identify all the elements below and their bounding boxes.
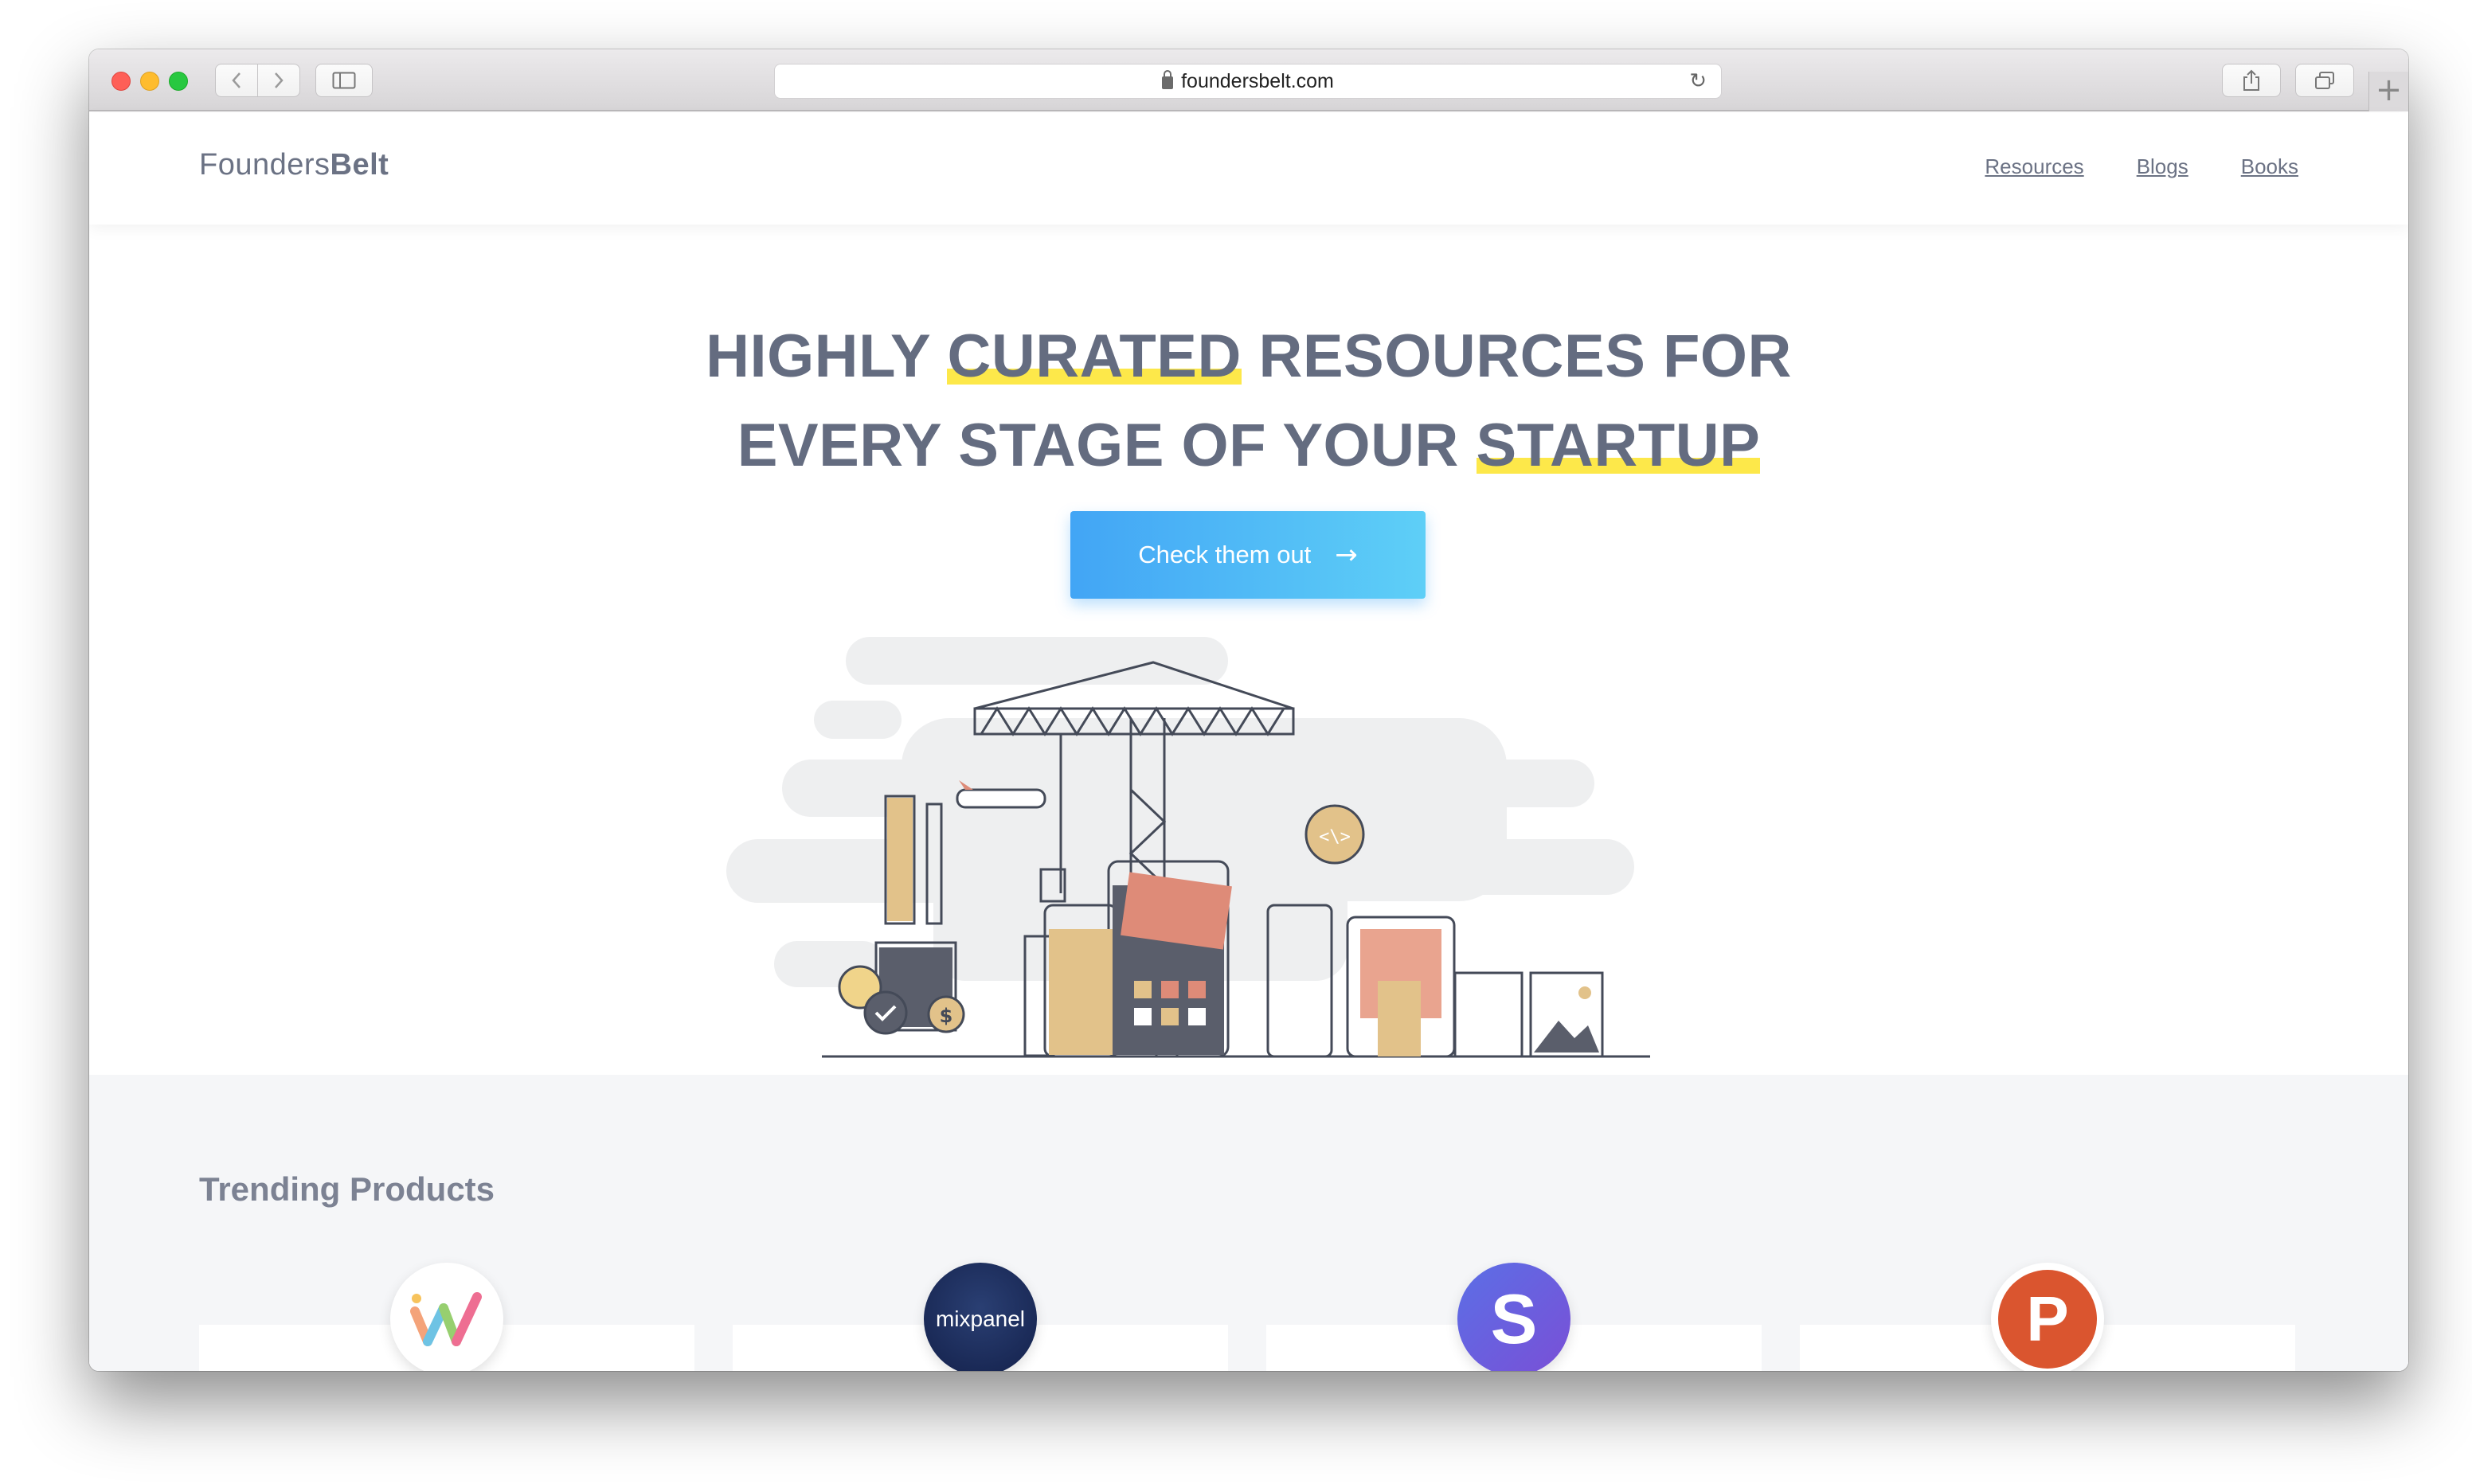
p-logo-text: P [2026,1283,2069,1354]
browser-toolbar: foundersbelt.com ↻ + [89,49,2408,111]
product-logo-s[interactable]: S [1457,1263,1570,1371]
s-logo-text: S [1490,1279,1538,1358]
sidebar-toggle-button[interactable] [315,64,373,97]
address-bar[interactable]: foundersbelt.com ↻ [774,64,1722,99]
nav-blogs[interactable]: Blogs [2137,154,2188,179]
section-title: Trending Products [199,1170,495,1208]
tab-overview-button[interactable] [2295,64,2354,97]
web-page: FoundersBelt Resources Blogs Books HIGHL… [89,113,2408,1371]
hero-line1-pre: HIGHLY [706,322,948,390]
hero-title: HIGHLY CURATED RESOURCES FOR EVERY STAGE… [89,312,2408,490]
main-nav: Resources Blogs Books [1985,154,2298,179]
url-text: foundersbelt.com [1181,69,1334,92]
w-logo-icon [410,1292,482,1346]
sidebar-icon [332,72,356,89]
nav-books[interactable]: Books [2241,154,2298,179]
site-header: FoundersBelt Resources Blogs Books [89,113,2408,225]
startup-city-illustration: $ <\> [726,637,1650,1058]
nav-resources[interactable]: Resources [1985,154,2083,179]
site-logo[interactable]: FoundersBelt [199,148,389,182]
dollar-icon: $ [940,1005,953,1027]
producthunt-logo-icon: P [1998,1270,2097,1369]
hero-line2-pre: EVERY STAGE OF YOUR [737,412,1477,479]
hero-line1-post: RESOURCES FOR [1241,322,1792,390]
reload-icon[interactable]: ↻ [1689,69,1707,93]
hero-highlight-startup: STARTUP [1476,412,1761,479]
trending-products-section: Trending Products mixpanel S P [89,1075,2408,1371]
brand-regular: Founders [199,148,331,182]
cta-label: Check them out [1138,541,1312,568]
share-button[interactable] [2222,64,2281,97]
code-icon: <\> [1319,827,1351,847]
share-icon [2243,69,2259,91]
chevron-right-icon [275,72,284,88]
brand-bold: Belt [330,148,389,182]
check-them-out-button[interactable]: Check them out → [1070,511,1426,599]
minimize-window-button[interactable] [140,72,159,91]
forward-button[interactable] [257,64,300,97]
arrow-right-icon: → [1335,539,1358,571]
chevron-left-icon [232,72,241,88]
close-window-button[interactable] [111,72,131,91]
product-logo-mixpanel[interactable]: mixpanel [924,1263,1037,1371]
zoom-window-button[interactable] [169,72,188,91]
back-button[interactable] [215,64,258,97]
new-tab-button[interactable]: + [2368,72,2408,111]
hero-highlight-curated: CURATED [947,322,1242,390]
lock-icon [1162,70,1174,89]
tabs-icon [2315,72,2334,89]
product-logo-producthunt[interactable]: P [1991,1263,2104,1371]
product-logo-w[interactable] [390,1263,503,1371]
browser-window: foundersbelt.com ↻ + FoundersBelt Resour… [89,49,2408,1371]
mixpanel-logo-text: mixpanel [935,1306,1026,1331]
